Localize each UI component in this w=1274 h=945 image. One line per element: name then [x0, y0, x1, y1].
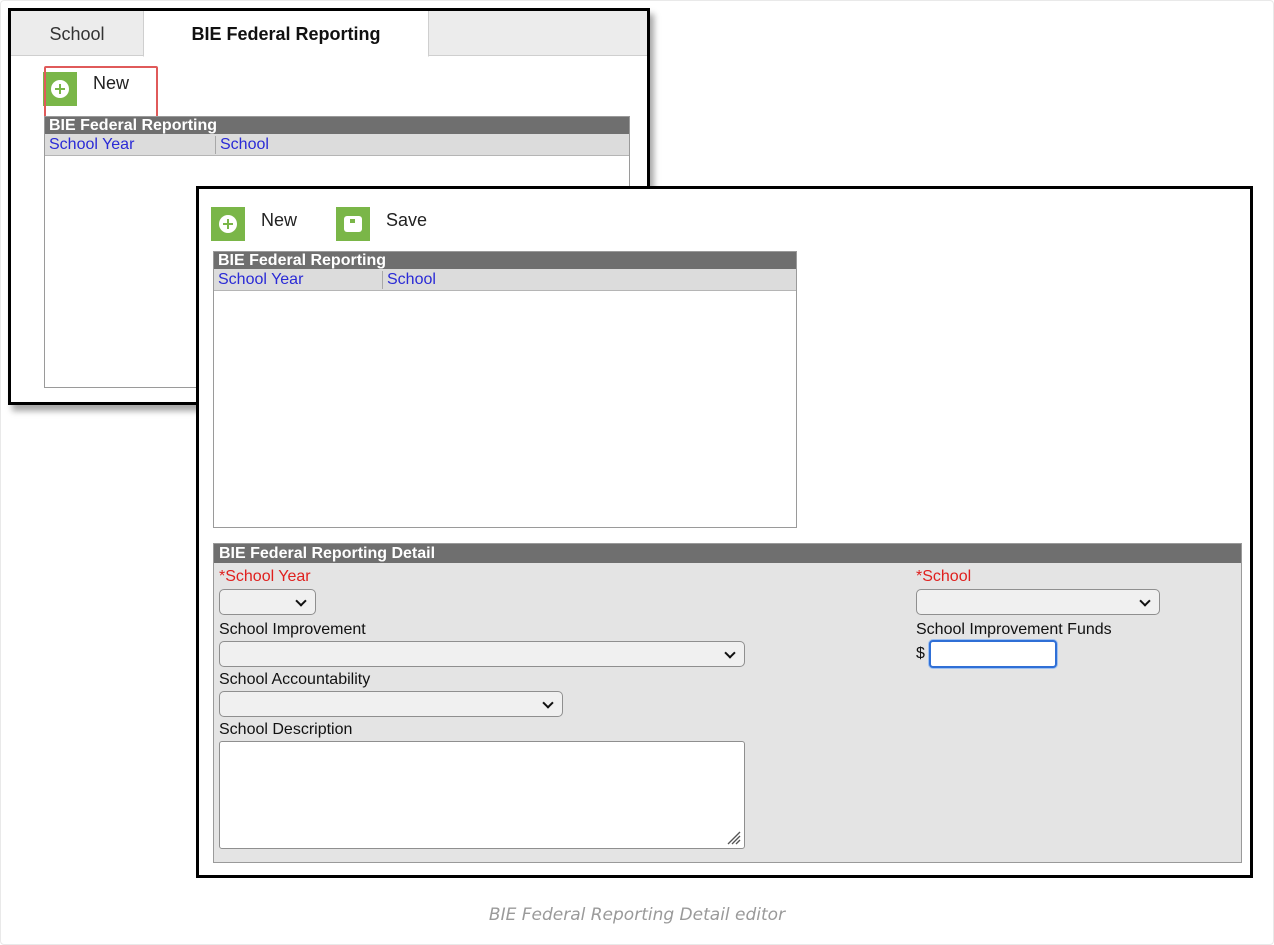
tab-school[interactable]: School [11, 11, 143, 56]
school-description-label: School Description [219, 721, 353, 738]
column-school[interactable]: School [216, 134, 516, 156]
chevron-down-icon [542, 697, 554, 709]
school-improvement-funds-input[interactable] [929, 640, 1057, 668]
school-accountability-label: School Accountability [219, 671, 371, 688]
chevron-down-icon [1139, 595, 1151, 607]
chevron-down-icon [724, 647, 736, 659]
grid-title: BIE Federal Reporting [45, 117, 629, 134]
school-accountability-select[interactable] [219, 691, 563, 717]
new-button-highlight [44, 66, 158, 121]
bie-federal-reporting-grid: BIE Federal Reporting School Year School [213, 251, 797, 528]
resize-grip-icon[interactable] [725, 829, 741, 845]
school-improvement-label: School Improvement [219, 621, 366, 638]
school-select[interactable] [916, 589, 1160, 615]
chevron-down-icon [295, 595, 307, 607]
grid-title: BIE Federal Reporting [214, 252, 796, 269]
new-button-label: New [261, 209, 298, 230]
school-description-textarea[interactable] [219, 741, 745, 849]
save-button-label: Save [386, 209, 428, 230]
school-year-select[interactable] [219, 589, 316, 615]
school-improvement-select[interactable] [219, 641, 745, 667]
tab-bie-federal-reporting[interactable]: BIE Federal Reporting [143, 11, 429, 57]
school-label: *School [916, 568, 972, 585]
bie-federal-reporting-detail: BIE Federal Reporting Detail *School Yea… [213, 543, 1242, 863]
currency-symbol: $ [916, 645, 925, 662]
detail-title: BIE Federal Reporting Detail [214, 544, 1241, 563]
front-window: New Save BIE Federal Reporting School Ye… [196, 186, 1253, 878]
plus-circle-icon [211, 207, 245, 241]
new-button[interactable]: New [211, 207, 297, 241]
column-school[interactable]: School [383, 269, 683, 291]
grid-header: School Year School [45, 134, 629, 156]
save-icon [336, 207, 370, 241]
grid-header: School Year School [214, 269, 796, 291]
column-school-year[interactable]: School Year [45, 134, 215, 156]
school-improvement-funds-label: School Improvement Funds [916, 621, 1112, 638]
save-button[interactable]: Save [336, 207, 427, 241]
tab-bar: School BIE Federal Reporting [11, 11, 647, 57]
school-year-label: *School Year [219, 568, 311, 585]
column-school-year[interactable]: School Year [214, 269, 382, 291]
figure-caption: BIE Federal Reporting Detail editor [488, 905, 786, 925]
